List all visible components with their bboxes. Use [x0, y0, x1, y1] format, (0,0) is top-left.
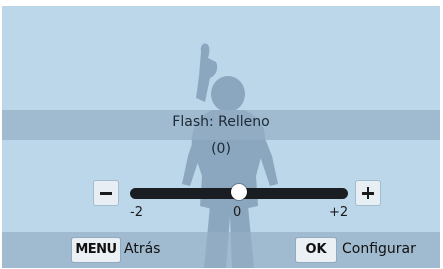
slider-min-label: -2 [130, 205, 143, 220]
minus-icon [100, 192, 112, 195]
slider-mid-label: 0 [233, 205, 242, 220]
ok-button[interactable]: OK [296, 238, 336, 262]
configure-label: Configurar [342, 241, 416, 257]
camera-frame: Flash: Relleno (0) -2 0 +2 MENU Atrás OK… [0, 0, 443, 269]
back-label: Atrás [124, 241, 161, 257]
flash-value-text: (0) [211, 141, 231, 157]
plus-icon-vertical [366, 187, 370, 199]
menu-button[interactable]: MENU [72, 238, 120, 262]
increase-button[interactable] [356, 181, 380, 205]
decrease-button[interactable] [94, 181, 118, 205]
slider-max-label: +2 [329, 205, 349, 220]
flash-slider-knob[interactable] [231, 184, 247, 200]
camera-screen: Flash: Relleno (0) -2 0 +2 MENU Atrás OK… [2, 6, 440, 268]
flash-mode-text: Flash: Relleno [172, 114, 270, 130]
